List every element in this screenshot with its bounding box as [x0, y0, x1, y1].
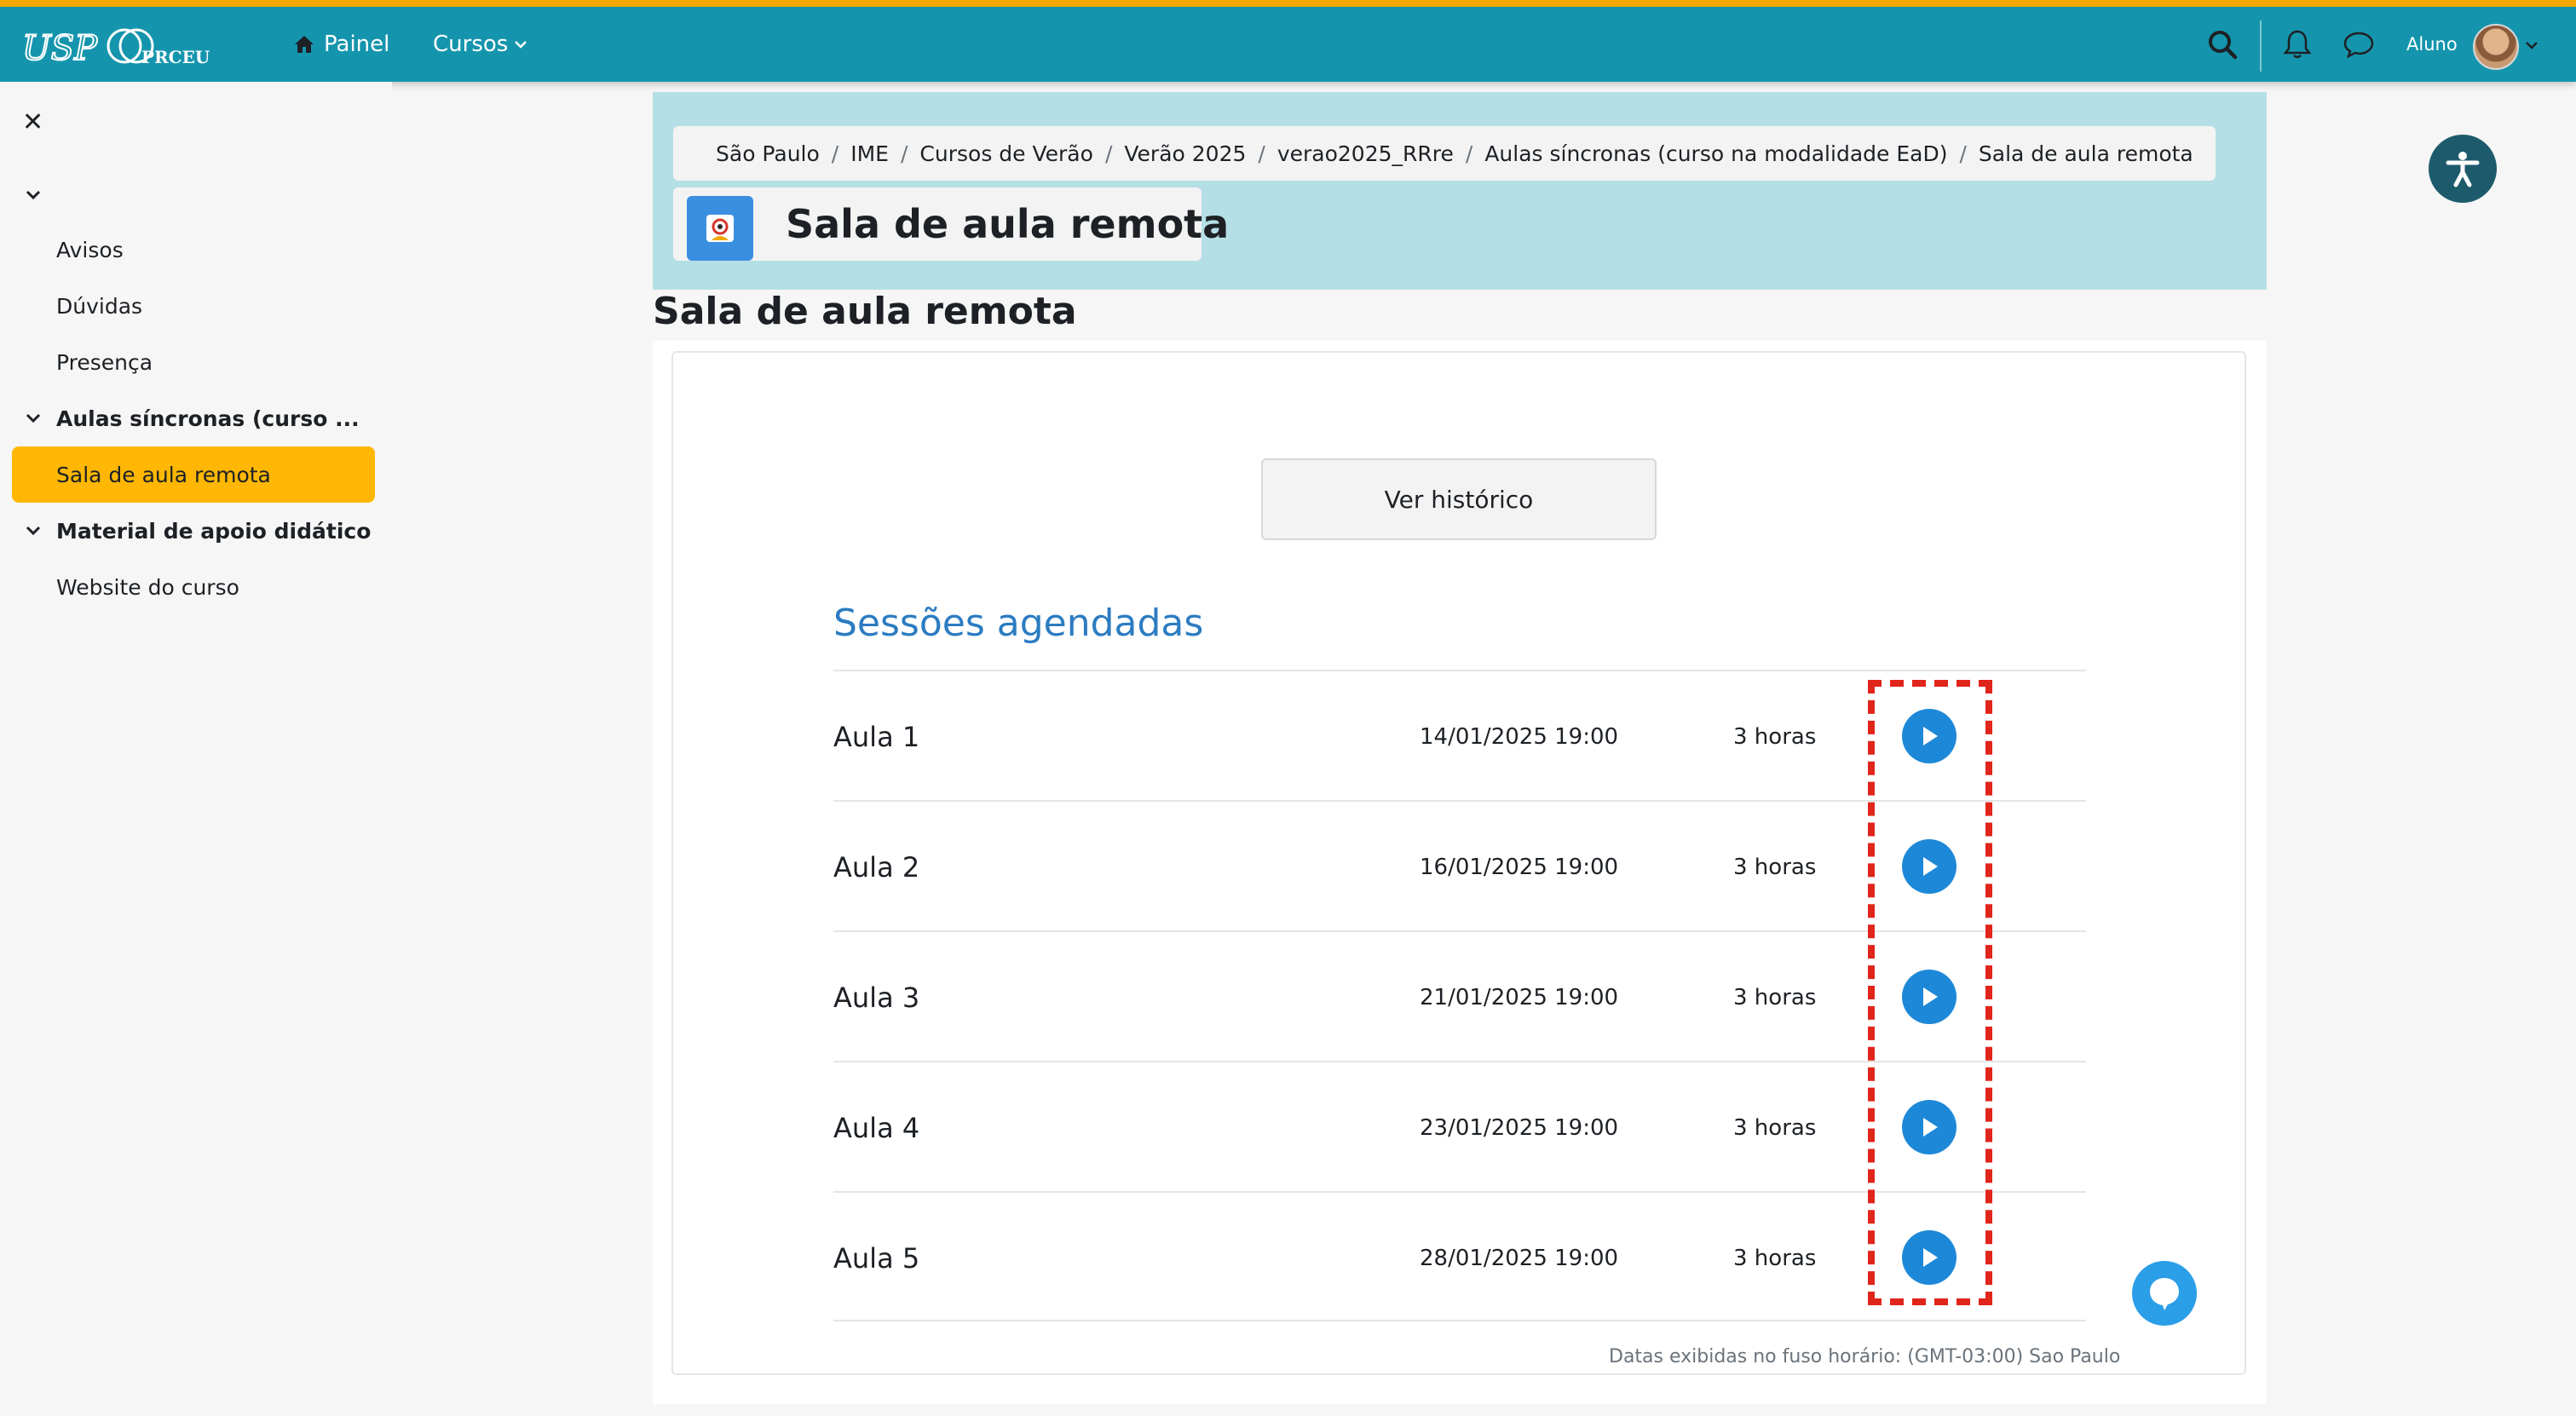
close-icon[interactable]: ✕: [22, 107, 43, 137]
breadcrumb-item[interactable]: Cursos de Verão: [919, 141, 1093, 166]
breadcrumb-item[interactable]: Verão 2025: [1124, 141, 1246, 166]
usp-prceu-logo: USP PRCEU: [22, 28, 210, 69]
activity-heading: Sala de aula remota: [653, 290, 1077, 333]
site-logo[interactable]: USP PRCEU: [22, 26, 218, 70]
svg-text:PRCEU: PRCEU: [141, 47, 210, 67]
course-index-drawer: ✕ Avisos Dúvidas Presença Aulas síncrona…: [0, 82, 392, 1416]
breadcrumb-current: Sala de aula remota: [1978, 141, 2193, 166]
sidebar-item-avisos[interactable]: Avisos: [0, 222, 392, 278]
sidebar-section-label: Aulas síncronas (curso ...: [56, 406, 360, 431]
nav-painel-label: Painel: [324, 32, 390, 57]
home-icon: [295, 36, 314, 53]
bell-icon: [2283, 30, 2312, 59]
session-name: Aula 3: [833, 981, 920, 1014]
session-duration: 3 horas: [1733, 1114, 1817, 1141]
session-datetime: 23/01/2025 19:00: [1420, 1114, 1619, 1141]
chevron-down-icon: [26, 413, 41, 423]
accessibility-icon: [2446, 152, 2480, 187]
chevron-down-icon: [515, 41, 527, 49]
session-datetime: 16/01/2025 19:00: [1420, 854, 1619, 880]
breadcrumb-item[interactable]: IME: [850, 141, 889, 166]
section-toggle-general[interactable]: [0, 167, 392, 223]
accessibility-button[interactable]: [2429, 135, 2497, 203]
session-name: Aula 2: [833, 850, 920, 884]
sidebar-item-label: Presença: [56, 349, 153, 375]
breadcrumb-item[interactable]: verao2025_RRre: [1277, 141, 1454, 166]
chevron-down-icon: [26, 526, 41, 536]
sidebar-item-label: Website do curso: [56, 574, 239, 600]
breadcrumb-separator: /: [900, 141, 908, 166]
sidebar-item-presenca[interactable]: Presença: [0, 334, 392, 390]
session-name: Aula 5: [833, 1241, 920, 1275]
sidebar-item-website-curso[interactable]: Website do curso: [0, 559, 392, 615]
timezone-note: Datas exibidas no fuso horário: (GMT-03:…: [1609, 1346, 2121, 1367]
user-role-label: Aluno: [2406, 34, 2458, 55]
top-navbar: USP PRCEU Painel Cursos Aluno: [0, 0, 2576, 82]
session-name: Aula 4: [833, 1111, 920, 1144]
nav-painel[interactable]: Painel: [293, 7, 389, 82]
breadcrumb-separator: /: [1104, 141, 1113, 166]
chat-bubble-icon: [2343, 32, 2374, 59]
svg-text:USP: USP: [22, 29, 98, 68]
nav-cursos-label: Cursos: [433, 32, 509, 57]
messages-button[interactable]: [2338, 24, 2379, 65]
chat-widget-button[interactable]: [2132, 1261, 2197, 1326]
play-buttons-highlight: [1868, 680, 1992, 1305]
session-datetime: 28/01/2025 19:00: [1420, 1245, 1619, 1271]
page-title: Sala de aula remota: [786, 201, 1230, 247]
view-history-button[interactable]: Ver histórico: [1261, 458, 1657, 540]
sidebar-item-sala-de-aula-remota[interactable]: Sala de aula remota: [12, 446, 375, 503]
breadcrumb-separator: /: [831, 141, 839, 166]
session-name: Aula 1: [833, 720, 920, 753]
chevron-down-icon[interactable]: [2524, 39, 2539, 51]
avatar[interactable]: [2473, 24, 2519, 70]
breadcrumb-separator: /: [1959, 141, 1967, 166]
sidebar-item-duvidas[interactable]: Dúvidas: [0, 278, 392, 334]
page-header: São Paulo / IME / Cursos de Verão / Verão 2…: [653, 92, 2267, 290]
breadcrumb-item[interactable]: São Paulo: [716, 141, 820, 166]
sidebar-item-label: Sala de aula remota: [56, 462, 271, 487]
search-icon: [2209, 31, 2238, 60]
sidebar-section-label: Material de apoio didático: [56, 518, 372, 544]
search-button[interactable]: [2202, 24, 2243, 65]
sidebar-section-material-apoio[interactable]: Material de apoio didático: [0, 503, 392, 559]
breadcrumb: São Paulo / IME / Cursos de Verão / Verão 2…: [673, 126, 2216, 181]
session-duration: 3 horas: [1733, 1245, 1817, 1271]
sidebar-section-aulas-sincronas[interactable]: Aulas síncronas (curso ...: [0, 390, 392, 446]
navbar-divider: [2260, 20, 2262, 72]
breadcrumb-separator: /: [1258, 141, 1265, 166]
session-datetime: 14/01/2025 19:00: [1420, 723, 1619, 750]
session-duration: 3 horas: [1733, 984, 1817, 1010]
sidebar-item-label: Avisos: [56, 237, 124, 262]
chat-bubble-icon: [2150, 1278, 2179, 1310]
breadcrumb-separator: /: [1465, 141, 1473, 166]
notifications-button[interactable]: [2277, 24, 2318, 65]
session-datetime: 21/01/2025 19:00: [1420, 984, 1619, 1010]
session-duration: 3 horas: [1733, 854, 1817, 880]
sidebar-item-label: Dúvidas: [56, 293, 143, 319]
session-duration: 3 horas: [1733, 723, 1817, 750]
page-title-box: Sala de aula remota: [673, 187, 1229, 261]
chevron-down-icon: [26, 190, 41, 200]
breadcrumb-item[interactable]: Aulas síncronas (curso na modalidade EaD…: [1484, 141, 1947, 166]
activity-icon: [687, 196, 753, 261]
sessions-heading: Sessões agendadas: [833, 602, 1204, 645]
nav-cursos-dropdown[interactable]: Cursos: [433, 7, 528, 82]
